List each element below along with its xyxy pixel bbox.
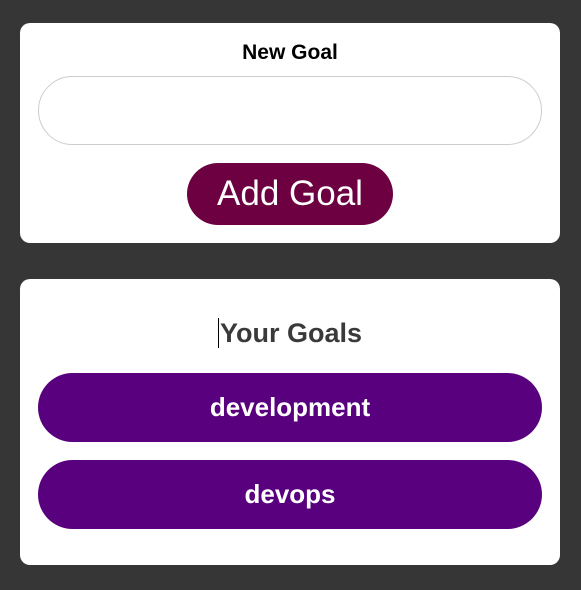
new-goal-card: New Goal Add Goal (20, 23, 560, 243)
goal-input[interactable] (38, 76, 542, 145)
goals-title-text: Your Goals (219, 318, 363, 348)
text-cursor (217, 318, 219, 348)
goal-item-devops[interactable]: devops (38, 460, 542, 529)
goals-title: Your Goals (20, 318, 560, 349)
goal-item-label: devops (244, 479, 336, 509)
goal-item-development[interactable]: development (38, 373, 542, 442)
goal-item-label: development (209, 392, 371, 422)
your-goals-card: Your Goals development devops (20, 279, 560, 565)
new-goal-label: New Goal (242, 41, 338, 64)
add-goal-button[interactable]: Add Goal (187, 163, 393, 225)
